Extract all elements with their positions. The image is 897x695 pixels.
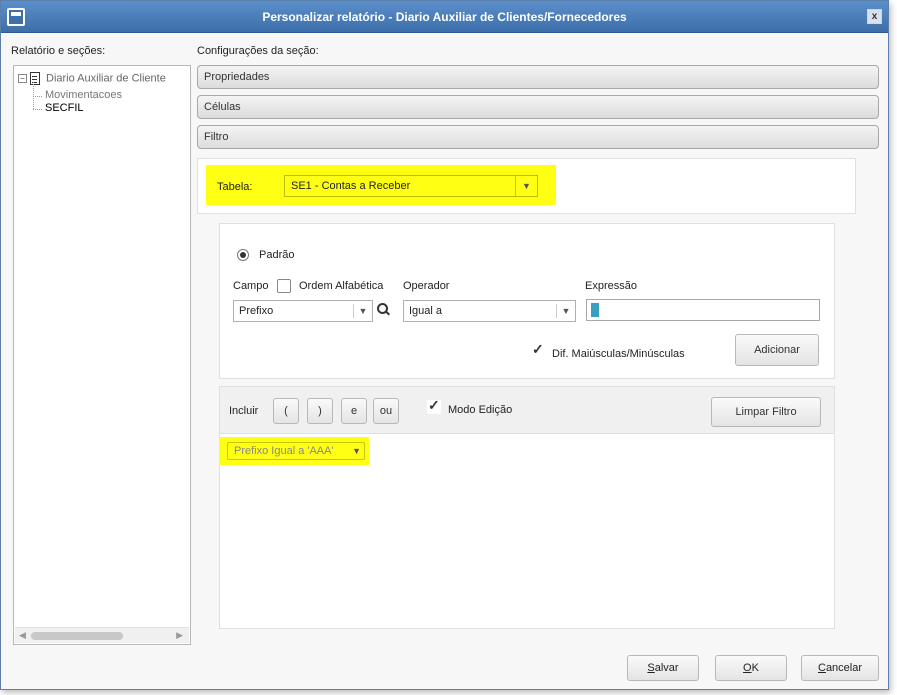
search-icon[interactable]	[377, 303, 389, 317]
chevron-down-icon[interactable]: ▼	[352, 443, 361, 459]
expressao-label: Expressão	[585, 280, 637, 292]
campo-label: Campo	[233, 280, 269, 292]
ok-label-post: K	[751, 662, 759, 674]
title-bar[interactable]: Personalizar relatório - Diario Auxiliar…	[1, 1, 888, 33]
tabela-label: Tabela:	[217, 181, 253, 193]
filter-condition-chip[interactable]: Prefixo Igual a 'AAA' ▼	[227, 442, 365, 460]
adicionar-button[interactable]: Adicionar	[735, 334, 819, 366]
campo-value: Prefixo	[239, 305, 274, 317]
ok-button[interactable]: OK	[715, 655, 787, 681]
right-panel-heading: Configurações da seção:	[197, 45, 319, 57]
incluir-label: Incluir	[229, 405, 259, 417]
ordem-alfabetica-label: Ordem Alfabética	[299, 280, 384, 292]
salvar-label-post: alvar	[654, 662, 679, 674]
salvar-mnemonic: S	[647, 662, 655, 674]
tabela-value: SE1 - Contas a Receber	[291, 180, 411, 192]
cancelar-mnemonic: C	[817, 662, 826, 674]
ordem-alfabetica-checkbox[interactable]	[277, 279, 291, 293]
chevron-down-icon[interactable]: ▼	[557, 301, 575, 321]
cancelar-button[interactable]: Cancelar	[801, 655, 879, 681]
scroll-right-icon[interactable]: ▶	[176, 630, 183, 641]
tree-root-label: Diario Auxiliar de Cliente	[46, 72, 166, 85]
salvar-button[interactable]: Salvar	[627, 655, 699, 681]
dif-maiusculas-checkbox[interactable]: ✓	[531, 341, 545, 358]
section-propriedades[interactable]: Propriedades	[197, 65, 879, 89]
padrao-radio[interactable]	[237, 249, 249, 261]
chip-label: Prefixo Igual a 'AAA'	[234, 445, 334, 457]
document-icon	[30, 72, 40, 85]
left-panel-heading: Relatório e seções:	[11, 45, 106, 57]
limpar-filtro-button[interactable]: Limpar Filtro	[711, 397, 821, 427]
modo-edicao-checkbox[interactable]: ✓	[427, 397, 441, 414]
horizontal-scrollbar[interactable]: ◀ ▶	[15, 627, 189, 643]
text-cursor	[591, 303, 599, 317]
close-button[interactable]: x	[867, 9, 882, 24]
checkmark-icon: ✓	[532, 341, 544, 357]
close-paren-button[interactable]: )	[307, 398, 333, 424]
scroll-left-icon[interactable]: ◀	[19, 630, 26, 641]
dialog-window: Personalizar relatório - Diario Auxiliar…	[0, 0, 889, 690]
operador-label: Operador	[403, 280, 450, 292]
dif-maiusculas-label: Dif. Maiúsculas/Minúsculas	[552, 348, 685, 360]
operador-select[interactable]: Igual a ▼	[403, 300, 576, 322]
modo-edicao-label: Modo Edição	[448, 404, 513, 416]
tabela-select[interactable]: SE1 - Contas a Receber ▼	[284, 175, 538, 197]
or-button[interactable]: ou	[373, 398, 399, 424]
expressao-input[interactable]	[586, 299, 820, 321]
checkmark-icon: ✓	[428, 397, 440, 413]
cancelar-label-post: ancelar	[825, 662, 863, 674]
section-celulas[interactable]: Células	[197, 95, 879, 119]
tree-item-secfil[interactable]: SECFIL	[31, 102, 84, 114]
chevron-down-icon[interactable]: ▼	[354, 301, 372, 321]
padrao-label: Padrão	[259, 249, 295, 261]
collapse-icon[interactable]: −	[18, 74, 27, 83]
operador-value: Igual a	[409, 305, 443, 317]
tree-item-movimentacoes[interactable]: Movimentacoes	[31, 89, 122, 101]
chevron-down-icon[interactable]: ▼	[515, 176, 537, 196]
campo-select[interactable]: Prefixo ▼	[233, 300, 373, 322]
window-title: Personalizar relatório - Diario Auxiliar…	[262, 10, 627, 24]
and-button[interactable]: e	[341, 398, 367, 424]
section-filtro[interactable]: Filtro	[197, 125, 879, 149]
report-sections-tree[interactable]: − Diario Auxiliar de Cliente Movimentacoe…	[13, 65, 191, 645]
ok-mnemonic: O	[743, 662, 752, 674]
tree-root-item[interactable]: − Diario Auxiliar de Cliente	[18, 72, 166, 85]
open-paren-button[interactable]: (	[273, 398, 299, 424]
scrollbar-thumb[interactable]	[31, 632, 123, 640]
